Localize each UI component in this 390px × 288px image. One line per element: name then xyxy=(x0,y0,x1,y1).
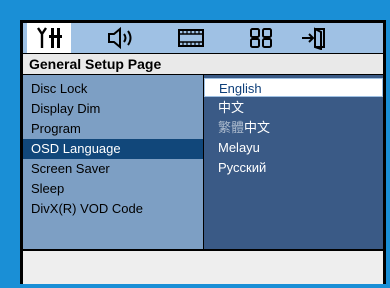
tab-preference-setup[interactable] xyxy=(239,23,283,53)
menu-item-screen-saver[interactable]: Screen Saver xyxy=(23,159,203,179)
menu-item-osd-language[interactable]: OSD Language xyxy=(23,139,203,159)
menu-item-display-dim[interactable]: Display Dim xyxy=(23,99,203,119)
language-options-panel: English 中文 繁體中文 Melayu Русский xyxy=(204,75,383,249)
video-film-icon xyxy=(178,29,204,47)
option-melayu[interactable]: Melayu xyxy=(204,138,383,157)
tab-audio-setup[interactable] xyxy=(99,23,143,53)
option-english[interactable]: English xyxy=(204,78,383,97)
help-bar xyxy=(23,251,383,284)
audio-speaker-icon xyxy=(108,26,132,50)
settings-menu: Disc Lock Display Dim Program OSD Langua… xyxy=(23,75,203,249)
option-traditional-suffix: 中文 xyxy=(244,120,271,135)
tab-general-setup[interactable] xyxy=(27,23,71,53)
option-simplified-chinese[interactable]: 中文 xyxy=(204,98,383,117)
tab-video-setup[interactable] xyxy=(169,23,213,53)
tab-exit[interactable] xyxy=(293,23,337,53)
exit-door-icon xyxy=(302,27,325,50)
menu-item-program[interactable]: Program xyxy=(23,119,203,139)
preference-grid-icon xyxy=(250,28,272,48)
page-title: General Setup Page xyxy=(23,54,383,74)
setup-tab-bar xyxy=(23,23,383,53)
option-traditional-chinese[interactable]: 繁體中文 xyxy=(204,118,383,137)
menu-item-disc-lock[interactable]: Disc Lock xyxy=(23,79,203,99)
menu-item-divx-vod-code[interactable]: DivX(R) VOD Code xyxy=(23,199,203,219)
menu-item-sleep[interactable]: Sleep xyxy=(23,179,203,199)
general-setup-icon xyxy=(37,27,62,48)
option-russian[interactable]: Русский xyxy=(204,158,383,177)
option-traditional-prefix: 繁體 xyxy=(218,120,245,135)
